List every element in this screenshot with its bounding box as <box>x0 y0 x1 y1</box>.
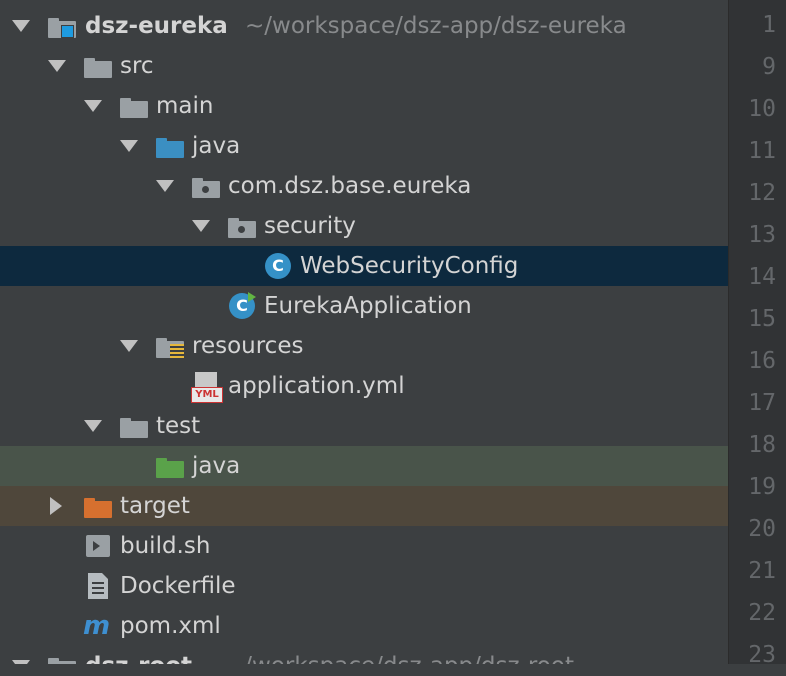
excluded-folder-icon <box>84 498 112 518</box>
resources-folder-icon <box>156 338 184 358</box>
tree-item-label: com.dsz.base.eureka <box>228 173 472 199</box>
tree-row-test[interactable]: test <box>0 406 728 446</box>
tree-row-dockerfile[interactable]: Dockerfile <box>0 566 728 606</box>
tree-item-label: Dockerfile <box>120 573 236 599</box>
tree-item-label: java <box>192 133 241 159</box>
next-module-path: ~/workspace/dsz-app/dsz-root <box>225 646 574 664</box>
expand-arrow-icon[interactable] <box>50 497 62 515</box>
class-icon: C <box>265 253 291 279</box>
test-folder-icon <box>156 458 184 478</box>
tree-item-label: main <box>156 93 214 119</box>
tree-item-label: target <box>120 493 190 519</box>
shell-script-icon <box>86 535 110 557</box>
tree-row-security[interactable]: security <box>0 206 728 246</box>
tree-item-label: src <box>120 53 154 79</box>
collapse-arrow-icon[interactable] <box>12 660 30 664</box>
line-number: 17 <box>748 390 776 416</box>
tree-row-main[interactable]: main <box>0 86 728 126</box>
collapse-arrow-icon[interactable] <box>48 60 66 72</box>
module-folder-icon <box>48 18 76 38</box>
line-number: 12 <box>748 180 776 206</box>
tree-row-target[interactable]: target <box>0 486 728 526</box>
line-number: 21 <box>748 558 776 584</box>
line-number: 14 <box>748 264 776 290</box>
tree-row-package[interactable]: com.dsz.base.eureka <box>0 166 728 206</box>
line-number: 20 <box>748 516 776 542</box>
tree-item-label: build.sh <box>120 533 211 559</box>
tree-item-label: java <box>192 453 241 479</box>
line-number: 23 <box>748 642 776 668</box>
yml-file-icon: YML <box>191 372 223 403</box>
root-module-path: ~/workspace/dsz-app/dsz-eureka <box>245 13 627 39</box>
source-folder-icon <box>156 138 184 158</box>
tree-row-src[interactable]: src <box>0 46 728 86</box>
tree-row-eurekaapplication[interactable]: C EurekaApplication <box>0 286 728 326</box>
tree-item-label: test <box>156 413 201 439</box>
line-number: 18 <box>748 432 776 458</box>
line-number: 9 <box>762 54 776 80</box>
maven-icon: m <box>83 611 111 641</box>
tree-row-test-java[interactable]: java <box>0 446 728 486</box>
tree-row-build-sh[interactable]: build.sh <box>0 526 728 566</box>
collapse-arrow-icon[interactable] <box>84 100 102 112</box>
project-tree: dsz-eureka ~/workspace/dsz-app/dsz-eurek… <box>0 0 728 664</box>
tree-row-next-root[interactable]: dsz-root ~/workspace/dsz-app/dsz-root <box>0 646 728 664</box>
collapse-arrow-icon[interactable] <box>120 340 138 352</box>
line-number: 16 <box>748 348 776 374</box>
root-module-name: dsz-eureka <box>85 13 228 39</box>
module-folder-icon <box>48 658 76 664</box>
line-number: 13 <box>748 222 776 248</box>
line-number: 22 <box>748 600 776 626</box>
line-number: 10 <box>748 96 776 122</box>
run-marker-icon <box>248 292 256 302</box>
folder-icon <box>120 418 148 438</box>
package-icon <box>228 218 256 238</box>
line-number: 15 <box>748 306 776 332</box>
line-number: 1 <box>762 12 776 38</box>
tree-item-label: EurekaApplication <box>264 293 472 319</box>
collapse-arrow-icon[interactable] <box>192 220 210 232</box>
editor-gutter: 1 9 10 11 12 13 14 15 16 17 18 19 20 21 … <box>728 0 786 668</box>
tree-row-root[interactable]: dsz-eureka ~/workspace/dsz-app/dsz-eurek… <box>0 6 728 46</box>
collapse-arrow-icon[interactable] <box>12 20 30 32</box>
text-file-icon <box>88 573 108 599</box>
tree-row-pom-xml[interactable]: m pom.xml <box>0 606 728 646</box>
line-number: 11 <box>748 138 776 164</box>
next-module-name: dsz-root <box>85 646 192 664</box>
tree-item-label: pom.xml <box>120 613 221 639</box>
tree-item-label: resources <box>192 333 304 359</box>
folder-icon <box>120 98 148 118</box>
tree-row-resources[interactable]: resources <box>0 326 728 366</box>
collapse-arrow-icon[interactable] <box>84 420 102 432</box>
tree-row-java[interactable]: java <box>0 126 728 166</box>
tree-item-label: WebSecurityConfig <box>300 253 519 279</box>
folder-icon <box>84 58 112 78</box>
tree-item-label: application.yml <box>228 373 405 399</box>
collapse-arrow-icon[interactable] <box>120 140 138 152</box>
collapse-arrow-icon[interactable] <box>156 180 174 192</box>
tree-row-websecurityconfig[interactable]: C WebSecurityConfig <box>0 246 728 286</box>
tree-row-application-yml[interactable]: YML application.yml <box>0 366 728 406</box>
line-number: 19 <box>748 474 776 500</box>
package-icon <box>192 178 220 198</box>
tree-item-label: security <box>264 213 356 239</box>
